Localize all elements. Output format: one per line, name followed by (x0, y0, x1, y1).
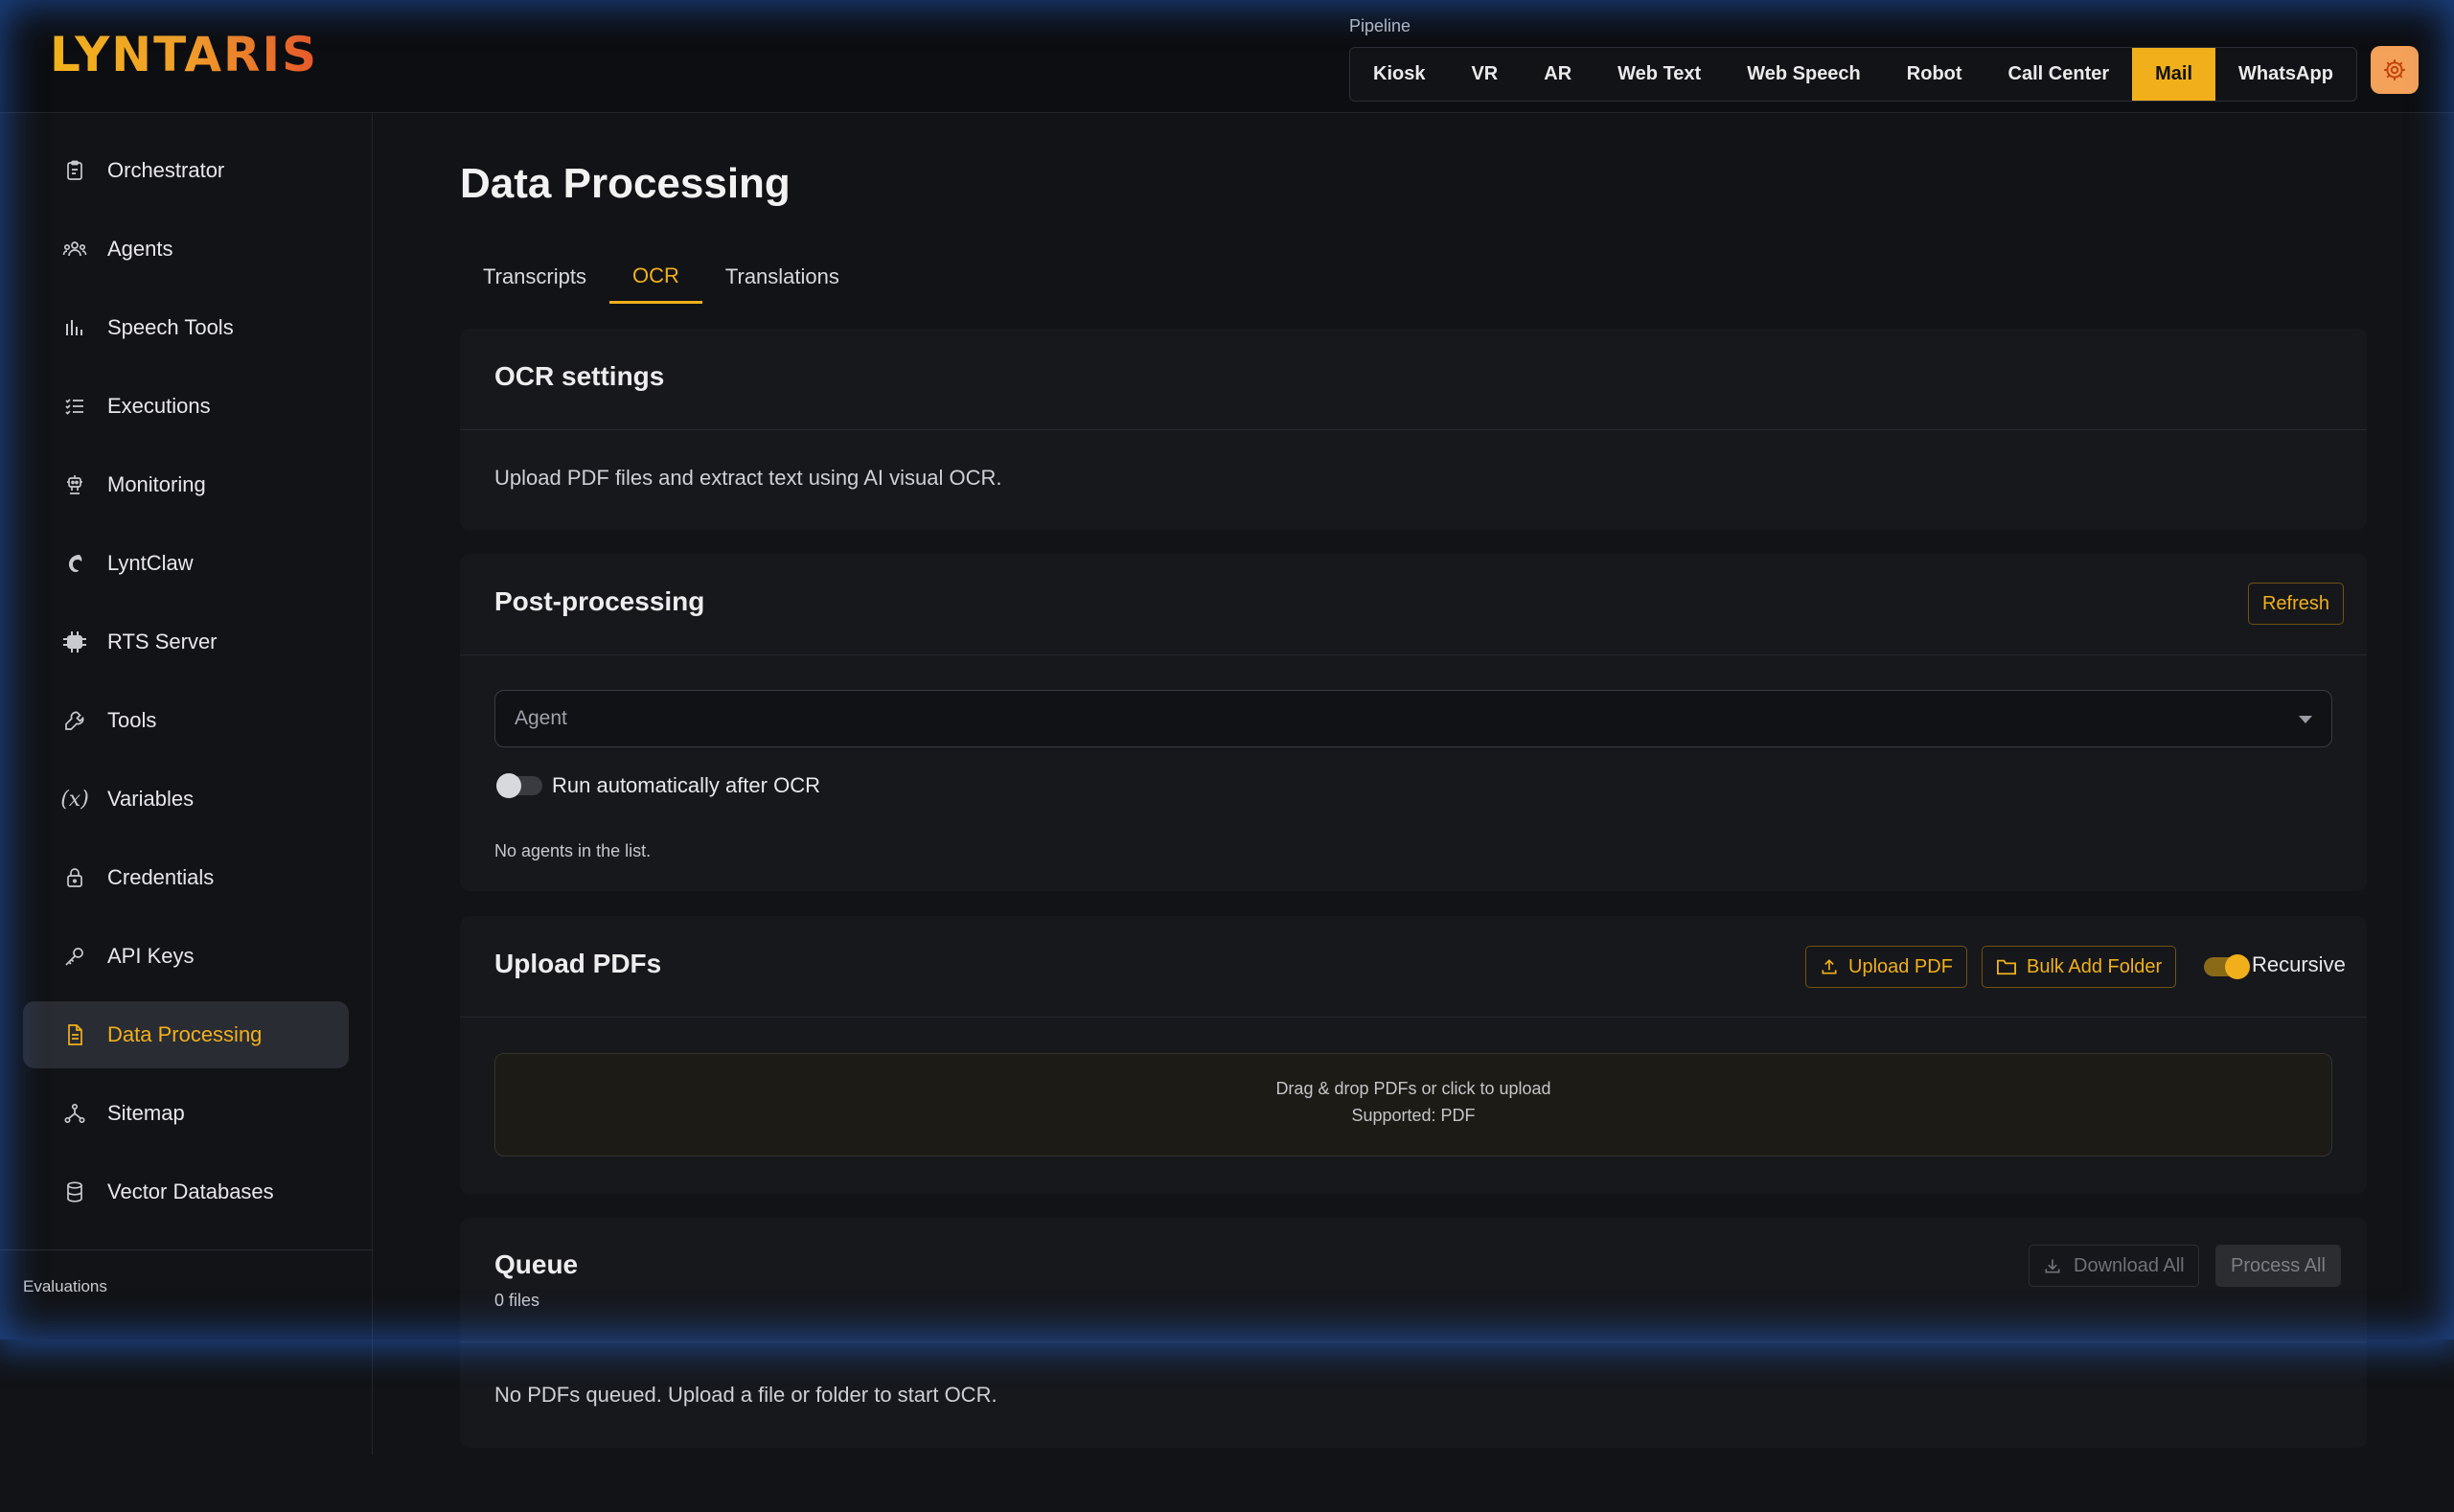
pipeline-tab-vr[interactable]: VR (1448, 48, 1521, 101)
no-agents-note: No agents in the list. (494, 841, 652, 860)
sidebar-item-lyntclaw[interactable]: LyntClaw (23, 530, 349, 597)
download-all-label: Download All (2074, 1254, 2185, 1276)
tab-ocr[interactable]: OCR (608, 250, 702, 304)
sidebar-item-label: API Keys (107, 944, 195, 968)
sidebar-item-credentials[interactable]: Credentials (23, 844, 349, 911)
folder-icon (1996, 957, 2017, 976)
pipeline-tab-robot[interactable]: Robot (1884, 48, 1985, 101)
sidebar-item-label: Monitoring (107, 472, 206, 496)
robot-icon (56, 473, 94, 496)
sidebar-item-label: Orchestrator (107, 158, 225, 182)
sidebar-item-orchestrator[interactable]: Orchestrator (23, 137, 349, 204)
pipeline-tab-call-center[interactable]: Call Center (1985, 48, 2133, 101)
agent-select-placeholder: Agent (515, 707, 567, 729)
dropzone-instruction: Drag & drop PDFs or click to upload (1275, 1079, 1551, 1098)
sidebar-item-label: Executions (107, 394, 211, 418)
sidebar-item-executions[interactable]: Executions (23, 373, 349, 440)
pipeline-tabs: Kiosk VR AR Web Text Web Speech Robot Ca… (1349, 47, 2357, 102)
lock-icon (56, 866, 94, 889)
sidebar-item-label: Data Processing (107, 1022, 263, 1046)
refresh-button[interactable]: Refresh (2247, 583, 2344, 625)
ocr-settings-card: OCR settings Upload PDF files and extrac… (460, 329, 2367, 530)
pipeline-tab-web-speech[interactable]: Web Speech (1724, 48, 1884, 101)
auto-run-label: Run automatically after OCR (552, 773, 820, 797)
sidebar-item-label: Sitemap (107, 1101, 185, 1125)
settings-button[interactable] (2371, 46, 2419, 94)
sidebar: Orchestrator Agents Speech Tools Executi… (0, 114, 373, 1455)
users-icon (56, 238, 94, 261)
bulk-add-folder-button[interactable]: Bulk Add Folder (1982, 946, 2177, 988)
queue-empty-message: No PDFs queued. Upload a file or folder … (494, 1383, 998, 1407)
sidebar-item-label: Speech Tools (107, 315, 234, 339)
gear-icon (2384, 59, 2405, 80)
sidebar-section-evaluations: Evaluations (23, 1277, 107, 1295)
sidebar-item-label: Agents (107, 237, 173, 261)
tab-translations[interactable]: Translations (702, 250, 862, 304)
sidebar-item-sitemap[interactable]: Sitemap (23, 1080, 349, 1147)
sidebar-divider (0, 1249, 373, 1250)
sidebar-item-api-keys[interactable]: API Keys (23, 923, 349, 990)
sidebar-item-tools[interactable]: Tools (23, 687, 349, 754)
recursive-toggle[interactable] (2204, 954, 2250, 979)
pdf-dropzone[interactable]: Drag & drop PDFs or click to upload Supp… (494, 1053, 2332, 1157)
wrench-icon (56, 709, 94, 732)
pipeline-tab-mail[interactable]: Mail (2132, 48, 2216, 101)
chevron-down-icon (2299, 716, 2312, 723)
download-icon (2043, 1256, 2062, 1275)
process-all-button[interactable]: Process All (2215, 1245, 2341, 1287)
database-icon (56, 1180, 94, 1203)
tab-transcripts[interactable]: Transcripts (460, 250, 609, 304)
sidebar-item-label: Tools (107, 708, 157, 732)
bulk-add-folder-label: Bulk Add Folder (2027, 955, 2163, 977)
sidebar-item-label: Vector Databases (107, 1180, 274, 1203)
pipeline-tab-whatsapp[interactable]: WhatsApp (2215, 48, 2356, 101)
pipeline-label: Pipeline (1349, 16, 1411, 35)
pipeline-tab-kiosk[interactable]: Kiosk (1350, 48, 1448, 101)
ocr-settings-description: Upload PDF files and extract text using … (494, 466, 1002, 490)
sidebar-item-rts-server[interactable]: RTS Server (23, 608, 349, 676)
sidebar-item-agents[interactable]: Agents (23, 216, 349, 283)
download-all-button[interactable]: Download All (2029, 1245, 2199, 1287)
auto-run-toggle[interactable] (496, 773, 542, 798)
sidebar-item-vector-databases[interactable]: Vector Databases (23, 1158, 349, 1226)
sidebar-item-label: Credentials (107, 865, 215, 889)
sitemap-icon (56, 1102, 94, 1125)
recursive-label: Recursive (2252, 952, 2346, 976)
post-processing-card: Post-processing Refresh Agent Run automa… (460, 554, 2367, 891)
sidebar-item-label: LyntClaw (107, 551, 194, 575)
pipeline-tab-web-text[interactable]: Web Text (1594, 48, 1724, 101)
queue-count: 0 files (494, 1291, 540, 1310)
post-processing-title: Post-processing (494, 586, 705, 616)
sidebar-item-variables[interactable]: (x) Variables (23, 766, 349, 833)
queue-card: Queue 0 files Download All Process All N… (460, 1218, 2367, 1448)
upload-pdf-label: Upload PDF (1848, 955, 1953, 977)
upload-icon (1820, 957, 1839, 976)
upload-pdfs-card: Upload PDFs Upload PDF Bulk Add Folder R… (460, 916, 2367, 1194)
page-title: Data Processing (460, 160, 791, 207)
server-icon (56, 630, 94, 653)
key-icon (56, 945, 94, 968)
dropzone-supported: Supported: PDF (1351, 1106, 1476, 1125)
bars-icon (56, 316, 94, 339)
top-bar: LYNTARIS Pipeline Kiosk VR AR Web Text W… (0, 0, 2454, 113)
claw-icon (56, 552, 94, 575)
sidebar-item-label: Variables (107, 787, 195, 811)
pipeline-tab-ar[interactable]: AR (1521, 48, 1594, 101)
ocr-settings-title: OCR settings (494, 361, 665, 391)
upload-pdf-button[interactable]: Upload PDF (1805, 946, 1967, 988)
page-tabs: Transcripts OCR Translations (460, 250, 862, 304)
queue-title: Queue (494, 1249, 579, 1279)
variable-icon: (x) (60, 787, 89, 812)
agent-select[interactable]: Agent (494, 690, 2332, 747)
sidebar-item-monitoring[interactable]: Monitoring (23, 451, 349, 518)
app-logo[interactable]: LYNTARIS (50, 27, 318, 82)
upload-pdfs-title: Upload PDFs (494, 949, 662, 978)
clipboard-icon (56, 159, 94, 182)
list-check-icon (56, 395, 94, 418)
sidebar-item-speech-tools[interactable]: Speech Tools (23, 294, 349, 361)
document-icon (56, 1023, 94, 1046)
sidebar-item-label: RTS Server (107, 630, 218, 653)
sidebar-item-data-processing[interactable]: Data Processing (23, 1001, 349, 1068)
